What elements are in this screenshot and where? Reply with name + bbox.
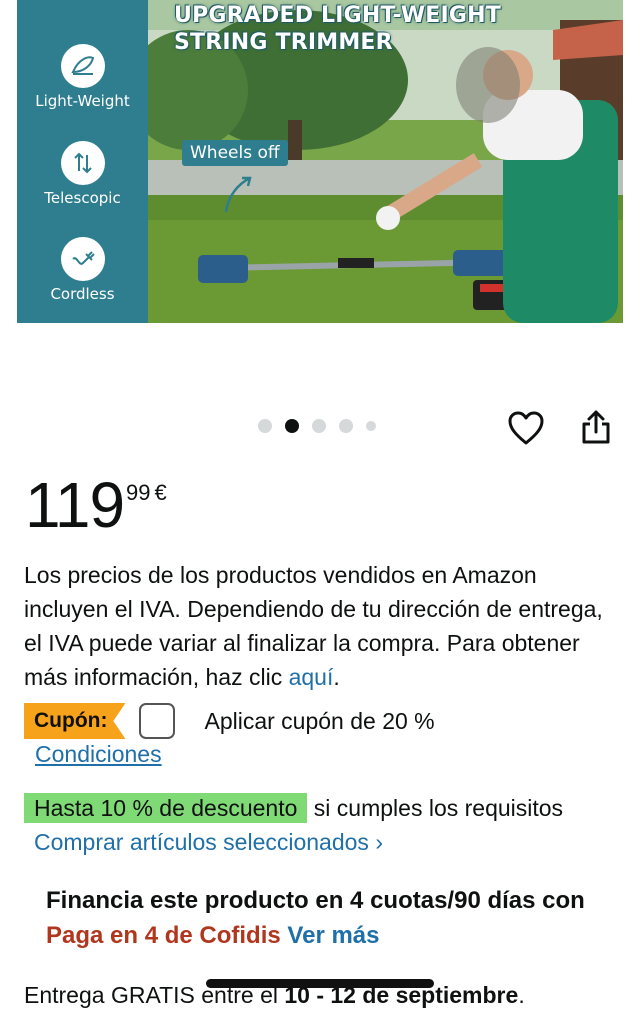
vat-notice: Los precios de los productos vendidos en… <box>24 562 603 690</box>
carousel-dot[interactable] <box>258 419 272 433</box>
feature-telescopic: Telescopic <box>17 141 148 207</box>
carousel-indicator[interactable] <box>258 419 376 433</box>
home-indicator[interactable] <box>206 979 434 988</box>
price-whole: 119 <box>25 469 125 541</box>
plug-icon <box>60 237 105 281</box>
coupon-checkbox[interactable] <box>139 703 176 739</box>
wishlist-heart-icon[interactable] <box>507 410 545 451</box>
cofidis-brand: Paga en 4 de Cofidis <box>46 922 281 949</box>
feature-panel: Light-Weight Telescopic Cordless <box>17 0 148 323</box>
discount-badge: Hasta 10 % de descuento <box>24 793 308 823</box>
coupon-conditions-link[interactable]: Condiciones <box>35 741 162 768</box>
coupon-badge: Cupón: <box>24 703 126 739</box>
vat-info-link[interactable]: aquí <box>289 664 334 690</box>
coupon-row: Cupón: Aplicar cupón de 20 % <box>24 702 435 740</box>
financing-offer: Financia este producto en 4 cuotas/90 dí… <box>46 887 585 949</box>
feature-cordless: Cordless <box>17 237 148 303</box>
financing-more-link[interactable]: Ver más <box>287 922 379 949</box>
price-fraction: 99 <box>126 480 151 505</box>
selected-items-link[interactable]: Comprar artículos seleccionados › <box>34 829 383 855</box>
carousel-dot[interactable] <box>339 419 353 433</box>
hero-title: UPGRADED LIGHT-WEIGHT STRING TRIMMER <box>174 3 501 55</box>
feather-icon <box>60 44 105 88</box>
share-icon[interactable] <box>580 408 612 451</box>
carousel-dot[interactable] <box>366 421 376 431</box>
arrow-icon <box>224 176 252 213</box>
coupon-label[interactable]: Aplicar cupón de 20 % <box>204 708 434 735</box>
carousel-dot-active[interactable] <box>285 419 299 433</box>
price: 119 99 € <box>25 470 167 540</box>
feature-light-weight: Light-Weight <box>17 44 148 110</box>
discount-row: Hasta 10 % de descuento si cumples los r… <box>24 791 624 859</box>
price-currency: € <box>154 480 167 505</box>
telescopic-arrows-icon <box>60 141 105 185</box>
product-image[interactable]: Light-Weight Telescopic Cordless UPGRADE… <box>17 0 623 323</box>
wheels-off-tag: Wheels off <box>182 140 288 166</box>
product-photo: UPGRADED LIGHT-WEIGHT STRING TRIMMER Whe… <box>148 0 623 323</box>
carousel-dot[interactable] <box>312 419 326 433</box>
